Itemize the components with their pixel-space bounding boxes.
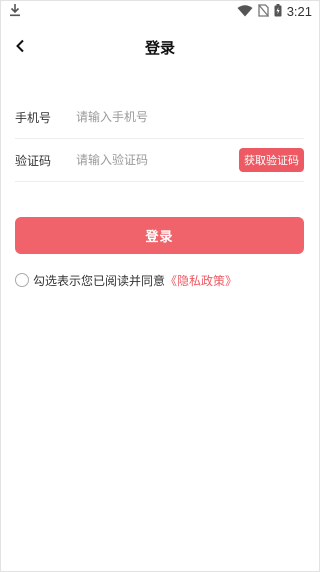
login-button[interactable]: 登录 [15, 217, 304, 254]
code-label: 验证码 [15, 153, 52, 168]
phone-input[interactable] [76, 105, 304, 129]
header: 登录 [0, 30, 320, 64]
agreement-text: 勾选表示您已阅读并同意 [33, 273, 166, 288]
agreement-checkbox[interactable] [15, 273, 29, 287]
privacy-agreement: 勾选表示您已阅读并同意 《隐私政策》 [15, 271, 237, 289]
phone-row: 手机号 [15, 96, 304, 139]
privacy-policy-link[interactable]: 《隐私政策》 [165, 272, 237, 289]
battery-charging-icon [274, 2, 282, 21]
get-code-button[interactable]: 获取验证码 [239, 148, 304, 172]
phone-label: 手机号 [15, 110, 52, 125]
code-row: 验证码 获取验证码 [15, 139, 304, 182]
page-title: 登录 [144, 39, 175, 57]
code-input[interactable] [76, 148, 239, 172]
download-icon [9, 2, 21, 21]
status-bar: 3:21 [0, 0, 320, 22]
no-sim-icon [257, 2, 269, 21]
wifi-icon [237, 2, 253, 21]
status-time: 3:21 [286, 3, 312, 19]
